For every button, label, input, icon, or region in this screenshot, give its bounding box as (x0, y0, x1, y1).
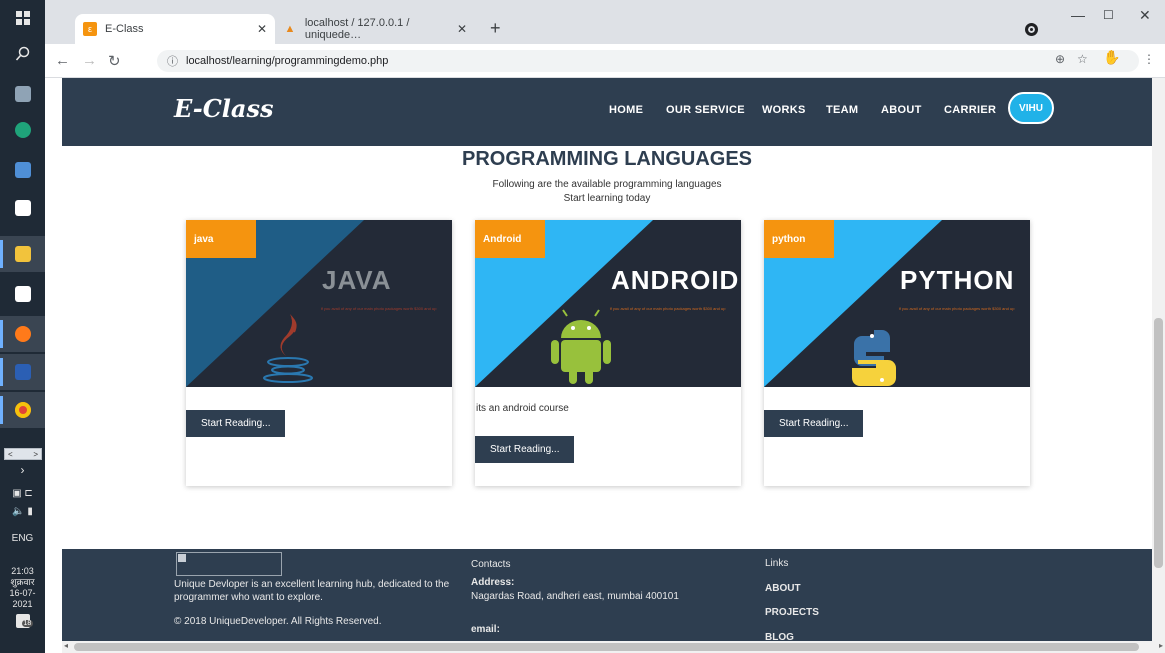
clock-day: शुक्रवार (10, 577, 35, 587)
course-banner-title: JAVA (322, 265, 392, 295)
course-banner-tagline: If you avail of any of our main photo pa… (320, 306, 437, 311)
notification-icon[interactable]: 18 (0, 614, 45, 631)
site-footer: Unique Devloper is an excellent learning… (62, 549, 1152, 641)
zoom-icon[interactable]: ⊕ (1055, 52, 1065, 66)
taskbar-scroll[interactable]: < > (4, 448, 42, 460)
footer-link-about[interactable]: ABOUT (765, 582, 801, 595)
nav-our-service[interactable]: OUR SERVICE (666, 104, 745, 116)
eclass-favicon-icon: ε (83, 22, 97, 36)
scrollbar-thumb[interactable] (1154, 318, 1163, 568)
nav-about[interactable]: ABOUT (881, 104, 922, 116)
windows-start-icon[interactable] (0, 0, 45, 36)
start-reading-button-python[interactable]: Start Reading... (764, 410, 864, 437)
edge-icon[interactable] (0, 112, 45, 148)
language-indicator[interactable]: ENG (0, 533, 45, 544)
course-card-java: java JAVA If you avail of any of our mai… (186, 220, 452, 486)
nav-works[interactable]: WORKS (762, 104, 806, 116)
footer-about: Unique Devloper is an excellent learning… (174, 579, 450, 603)
user-button[interactable]: VIHU (1008, 92, 1054, 124)
mail-icon[interactable] (0, 190, 45, 226)
scroll-left-icon[interactable]: ◂ (64, 641, 68, 650)
nav-carrier[interactable]: CARRIER (944, 104, 996, 116)
bookmark-star-icon[interactable]: ☆ (1077, 52, 1088, 66)
store-icon[interactable] (0, 276, 45, 312)
maximize-icon[interactable]: ☐ (1103, 0, 1114, 30)
firefox-icon[interactable] (0, 316, 45, 352)
volume-icon[interactable]: 🔈 ▮ (0, 506, 45, 517)
camera-icon[interactable] (0, 76, 45, 112)
course-banner-tagline: If you avail of any of our main photo pa… (898, 306, 1015, 311)
course-badge: Android (475, 220, 545, 258)
course-banner-tagline: If you avail of any of our main photo pa… (609, 306, 726, 311)
new-tab-icon[interactable]: + (490, 18, 501, 39)
course-banner-title: PYTHON (900, 265, 1015, 295)
start-reading-button-android[interactable]: Start Reading... (475, 436, 575, 463)
browser-tabbar: ε E-Class ✕ ▲ localhost / 127.0.0.1 / un… (45, 0, 1165, 44)
footer-contacts-heading: Contacts (471, 559, 511, 570)
clock-date: 16-07-2021 (9, 588, 36, 609)
network-icon[interactable] (0, 152, 45, 188)
site-logo[interactable]: E-Class (174, 94, 274, 123)
footer-broken-image (176, 552, 282, 576)
address-bar[interactable]: ⓘ localhost/learning/programmingdemo.php (157, 50, 1139, 72)
back-icon[interactable]: ← (55, 52, 70, 69)
window-close-icon[interactable]: ✕ (1139, 0, 1151, 30)
scroll-right-icon[interactable]: ▸ (1159, 641, 1163, 650)
page-subtitle: Following are the available programming … (492, 179, 722, 190)
footer-copyright: © 2018 UniqueDeveloper. All Rights Reser… (174, 616, 382, 627)
page-title: PROGRAMMING LANGUAGES (462, 148, 752, 170)
scrollbar-thumb[interactable] (74, 643, 1139, 651)
profile-icon[interactable] (1025, 14, 1038, 44)
course-banner-java: java JAVA If you avail of any of our mai… (186, 220, 452, 387)
close-tab-icon[interactable]: ✕ (257, 22, 267, 36)
footer-link-blog[interactable]: BLOG (765, 631, 794, 641)
phpmyadmin-favicon-icon: ▲ (284, 23, 296, 35)
site-header: E-Class HOME OUR SERVICE WORKS TEAM ABOU… (62, 78, 1152, 146)
reload-icon[interactable]: ↻ (108, 52, 121, 70)
footer-email-label: email: (471, 624, 500, 635)
page-viewport: E-Class HOME OUR SERVICE WORKS TEAM ABOU… (62, 78, 1152, 641)
word-icon[interactable] (0, 354, 45, 390)
course-banner-python: python PYTHON If you avail of any of our… (764, 220, 1030, 387)
footer-address: Nagardas Road, andheri east, mumbai 4001… (471, 591, 679, 602)
extension-icon[interactable]: ✋ (1103, 49, 1120, 66)
tab-phpmyadmin[interactable]: ▲ localhost / 127.0.0.1 / uniquede… ✕ (275, 14, 475, 44)
search-icon[interactable] (0, 36, 45, 72)
clock-time[interactable]: 21:03 (0, 566, 45, 577)
tray-icons[interactable]: ▣ ⊏ (0, 488, 45, 499)
course-card-python: python PYTHON If you avail of any of our… (764, 220, 1030, 486)
start-reading-button-java[interactable]: Start Reading... (186, 410, 286, 437)
tab-eclass[interactable]: ε E-Class ✕ (75, 14, 275, 44)
page-subtitle-2: Start learning today (563, 193, 651, 204)
minimize-icon[interactable]: — (1071, 0, 1085, 30)
forward-icon[interactable]: → (82, 52, 97, 69)
course-card-android: Android ANDROID If you avail of any of o… (475, 220, 741, 486)
menu-dots-icon[interactable]: ⋮ (1143, 52, 1155, 66)
course-banner-title: ANDROID (611, 265, 740, 295)
url-text: localhost/learning/programmingdemo.php (186, 55, 389, 67)
nav-home[interactable]: HOME (609, 104, 643, 116)
windows-taskbar: < > › ▣ ⊏ 🔈 ▮ ENG 21:03 शुक्रवार 16-07-20… (0, 0, 45, 653)
course-description: its an android course (476, 403, 569, 414)
vertical-scrollbar[interactable] (1152, 78, 1165, 641)
nav-team[interactable]: TEAM (826, 104, 858, 116)
info-icon[interactable]: ⓘ (167, 53, 178, 69)
course-badge: java (186, 220, 256, 258)
chevron-up-icon[interactable]: › (0, 463, 45, 477)
close-tab-icon[interactable]: ✕ (457, 22, 467, 36)
tab-label: localhost / 127.0.0.1 / uniquede… (304, 17, 410, 41)
footer-link-projects[interactable]: PROJECTS (765, 606, 819, 619)
course-banner-android: Android ANDROID If you avail of any of o… (475, 220, 741, 387)
footer-links-heading: Links (765, 558, 789, 569)
notification-count: 18 (21, 620, 34, 627)
horizontal-scrollbar[interactable]: ◂ ▸ (62, 641, 1165, 653)
folder-icon[interactable] (0, 236, 45, 272)
browser-toolbar: ← → ↻ ⓘ localhost/learning/programmingde… (45, 44, 1165, 78)
footer-address-label: Address: (471, 577, 515, 588)
course-badge: python (764, 220, 834, 258)
tab-label: E-Class (105, 23, 144, 35)
chrome-icon[interactable] (0, 392, 45, 428)
